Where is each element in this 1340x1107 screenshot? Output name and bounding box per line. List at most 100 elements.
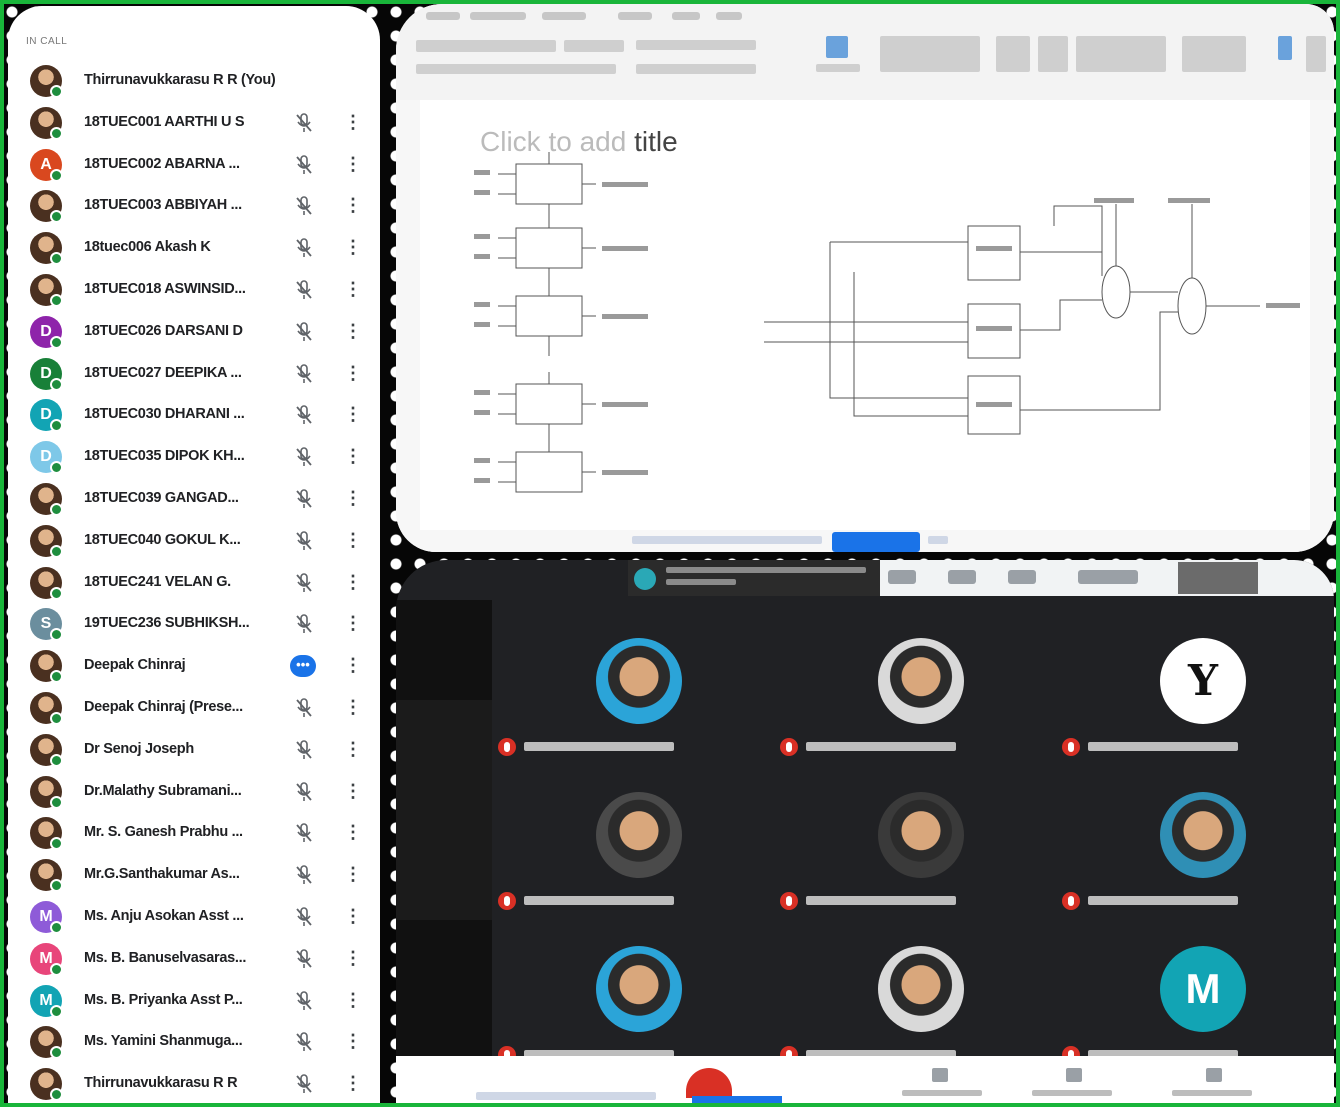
dictate-icon[interactable] bbox=[1278, 36, 1292, 60]
mic-muted-icon[interactable] bbox=[294, 822, 314, 844]
mic-muted-icon[interactable] bbox=[294, 739, 314, 761]
font-size-controls[interactable] bbox=[564, 40, 624, 52]
participant-row[interactable]: 18tuec006 Akash K ⋮ bbox=[8, 227, 380, 269]
font-selector[interactable] bbox=[416, 40, 556, 52]
participant-tile[interactable]: Y bbox=[1062, 638, 1302, 788]
participant-row[interactable]: Deepak Chinraj ••• ⋮ bbox=[8, 645, 380, 687]
mic-muted-icon[interactable] bbox=[294, 781, 314, 803]
participant-tile[interactable] bbox=[780, 638, 1020, 788]
people-icon[interactable] bbox=[888, 570, 916, 584]
mic-muted-icon[interactable] bbox=[294, 530, 314, 552]
mic-muted-icon[interactable] bbox=[294, 864, 314, 886]
participant-row[interactable]: M Ms. B. Banuselvasaras... ⋮ bbox=[8, 938, 380, 980]
participant-row[interactable]: D 18TUEC030 DHARANI ... ⋮ bbox=[8, 394, 380, 436]
mic-muted-icon[interactable] bbox=[294, 154, 314, 176]
mic-muted-icon[interactable] bbox=[294, 446, 314, 468]
mic-muted-icon[interactable] bbox=[294, 1073, 314, 1095]
participant-row[interactable]: Mr.G.Santhakumar As... ⋮ bbox=[8, 854, 380, 896]
mic-muted-icon[interactable] bbox=[294, 237, 314, 259]
mic-muted-icon[interactable] bbox=[294, 572, 314, 594]
more-options-icon[interactable]: ⋮ bbox=[344, 529, 362, 553]
stop-presenting-button[interactable] bbox=[692, 1096, 782, 1107]
participant-row[interactable]: 18TUEC241 VELAN G. ⋮ bbox=[8, 562, 380, 604]
ribbon-tab[interactable] bbox=[618, 12, 652, 20]
mic-muted-icon[interactable] bbox=[294, 321, 314, 343]
more-options-icon[interactable]: ⋮ bbox=[344, 445, 362, 469]
more-options-icon[interactable]: ⋮ bbox=[344, 905, 362, 929]
mic-muted-icon[interactable] bbox=[294, 613, 314, 635]
more-options-icon[interactable]: ⋮ bbox=[344, 236, 362, 260]
more-options-icon[interactable]: ⋮ bbox=[344, 654, 362, 678]
more-options-icon[interactable]: ⋮ bbox=[344, 696, 362, 720]
ribbon-tab[interactable] bbox=[672, 12, 700, 20]
more-options-icon[interactable]: ⋮ bbox=[344, 111, 362, 135]
mic-muted-icon[interactable] bbox=[294, 404, 314, 426]
more-options-icon[interactable]: ⋮ bbox=[344, 320, 362, 344]
more-options-icon[interactable]: ⋮ bbox=[344, 947, 362, 971]
more-options-icon[interactable]: ⋮ bbox=[344, 571, 362, 595]
more-options-icon[interactable]: ⋮ bbox=[344, 989, 362, 1013]
more-options-icon[interactable]: ⋮ bbox=[344, 780, 362, 804]
paragraph-controls[interactable] bbox=[636, 40, 756, 50]
ribbon-tab[interactable] bbox=[470, 12, 526, 20]
participant-row[interactable]: S 19TUEC236 SUBHIKSH... ⋮ bbox=[8, 603, 380, 645]
font-format-buttons[interactable] bbox=[416, 64, 616, 74]
more-options-icon[interactable]: ⋮ bbox=[344, 863, 362, 887]
mic-muted-icon[interactable] bbox=[294, 195, 314, 217]
more-options-icon[interactable]: ⋮ bbox=[344, 738, 362, 762]
present-now-icon[interactable] bbox=[1206, 1068, 1222, 1082]
raise-hand-icon[interactable] bbox=[932, 1068, 948, 1082]
alignment-controls[interactable] bbox=[636, 64, 756, 74]
participant-row[interactable]: Thirrunavukkarasu R R (You) bbox=[8, 60, 380, 102]
mic-muted-icon[interactable] bbox=[294, 948, 314, 970]
more-options-icon[interactable]: ⋮ bbox=[344, 487, 362, 511]
shapes-gallery[interactable] bbox=[880, 36, 980, 72]
leave-call-button[interactable] bbox=[686, 1068, 732, 1098]
mic-muted-icon[interactable] bbox=[294, 363, 314, 385]
captions-icon[interactable] bbox=[1066, 1068, 1082, 1082]
participant-row[interactable]: 18TUEC001 AARTHI U S ⋮ bbox=[8, 102, 380, 144]
participant-tile[interactable] bbox=[498, 792, 738, 942]
participant-row[interactable]: Dr.Malathy Subramani... ⋮ bbox=[8, 771, 380, 813]
more-options-icon[interactable]: ⋮ bbox=[344, 278, 362, 302]
participant-tile[interactable] bbox=[498, 638, 738, 788]
mic-muted-icon[interactable] bbox=[294, 112, 314, 134]
stop-presenting-button[interactable] bbox=[832, 532, 920, 552]
mic-muted-icon[interactable] bbox=[294, 906, 314, 928]
participant-tile[interactable] bbox=[780, 792, 1020, 942]
participant-row[interactable]: D 18TUEC026 DARSANI D ⋮ bbox=[8, 311, 380, 353]
participant-row[interactable]: 18TUEC003 ABBIYAH ... ⋮ bbox=[8, 185, 380, 227]
mic-muted-icon[interactable] bbox=[294, 990, 314, 1012]
designer-icon[interactable] bbox=[1306, 36, 1326, 72]
ribbon-tab[interactable] bbox=[426, 12, 460, 20]
chat-icon[interactable] bbox=[948, 570, 976, 584]
participant-row[interactable]: M Ms. B. Priyanka Asst P... ⋮ bbox=[8, 980, 380, 1022]
ribbon-tab[interactable] bbox=[542, 12, 586, 20]
participant-row[interactable]: 18TUEC039 GANGAD... ⋮ bbox=[8, 478, 380, 520]
find-replace-controls[interactable] bbox=[1182, 36, 1246, 72]
arrange-icon[interactable] bbox=[996, 36, 1030, 72]
participant-row[interactable]: M Ms. Anju Asokan Asst ... ⋮ bbox=[8, 896, 380, 938]
mic-muted-icon[interactable] bbox=[294, 1031, 314, 1053]
more-options-icon[interactable]: ⋮ bbox=[344, 403, 362, 427]
participant-row[interactable]: Mr. S. Ganesh Prabhu ... ⋮ bbox=[8, 812, 380, 854]
participant-row[interactable]: 18TUEC018 ASWINSID... ⋮ bbox=[8, 269, 380, 311]
slide[interactable]: Click to add title bbox=[420, 100, 1310, 530]
mic-muted-icon[interactable] bbox=[294, 697, 314, 719]
more-options-icon[interactable]: ⋮ bbox=[344, 612, 362, 636]
info-icon[interactable] bbox=[1078, 570, 1138, 584]
participant-tile[interactable] bbox=[1062, 792, 1302, 942]
shape-fill-controls[interactable] bbox=[1076, 36, 1166, 72]
more-options-icon[interactable]: ⋮ bbox=[344, 153, 362, 177]
participant-row[interactable]: Deepak Chinraj (Prese... ⋮ bbox=[8, 687, 380, 729]
participant-row[interactable]: A 18TUEC002 ABARNA ... ⋮ bbox=[8, 144, 380, 186]
more-options-icon[interactable]: ⋮ bbox=[344, 1030, 362, 1054]
participant-row[interactable]: D 18TUEC027 DEEPIKA ... ⋮ bbox=[8, 353, 380, 395]
participant-row[interactable]: D 18TUEC035 DIPOK KH... ⋮ bbox=[8, 436, 380, 478]
mic-muted-icon[interactable] bbox=[294, 488, 314, 510]
more-options-icon[interactable]: ⋮ bbox=[344, 194, 362, 218]
hide-button[interactable] bbox=[928, 536, 948, 544]
new-slide-icon[interactable] bbox=[826, 36, 848, 58]
ribbon-tab[interactable] bbox=[716, 12, 742, 20]
activities-icon[interactable] bbox=[1008, 570, 1036, 584]
